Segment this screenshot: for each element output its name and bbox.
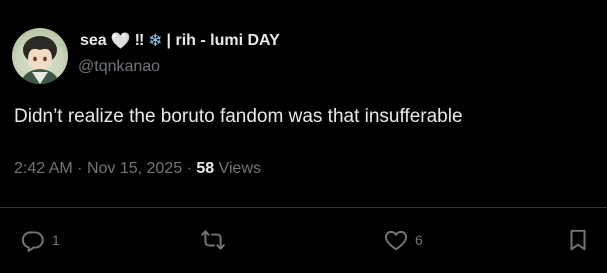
bookmark-icon (570, 229, 586, 251)
meta-separator: · (77, 160, 83, 177)
tweet: sea 🤍 ‼ ❄ | rih - lumi DAY @tqnkanao Did… (0, 0, 607, 273)
tweet-date[interactable]: Nov 15, 2025 (87, 160, 182, 177)
double-exclamation-icon: ‼ (134, 32, 145, 49)
retweet-button[interactable] (200, 222, 232, 258)
avatar-image (20, 36, 60, 84)
action-bar: 1 6 (0, 222, 607, 258)
tweet-meta: 2:42 AM · Nov 15, 2025 · 58 Views (14, 160, 261, 178)
like-icon (384, 230, 408, 251)
reply-icon (21, 231, 44, 252)
snowflake-icon: ❄ (148, 31, 163, 50)
retweet-icon (201, 230, 225, 250)
bookmark-button[interactable] (565, 222, 591, 258)
tweet-text: Didn’t realize the boruto fandom was tha… (14, 106, 463, 127)
display-name-suffix: | rih - lumi DAY (166, 32, 280, 49)
like-count: 6 (415, 232, 423, 248)
display-name[interactable]: sea 🤍 ‼ ❄ | rih - lumi DAY (78, 31, 282, 51)
divider (0, 207, 607, 208)
reply-button[interactable]: 1 (20, 222, 60, 258)
views-label: Views (218, 160, 261, 177)
like-button[interactable]: 6 (383, 222, 423, 258)
display-name-text: sea (80, 32, 107, 49)
reply-count: 1 (52, 232, 60, 248)
white-heart-icon: 🤍 (110, 33, 131, 50)
tweet-time[interactable]: 2:42 AM (14, 160, 73, 177)
views-count: 58 (196, 160, 215, 177)
avatar[interactable] (12, 28, 68, 84)
user-handle[interactable]: @tqnkanao (78, 58, 160, 76)
meta-separator: · (186, 160, 192, 177)
